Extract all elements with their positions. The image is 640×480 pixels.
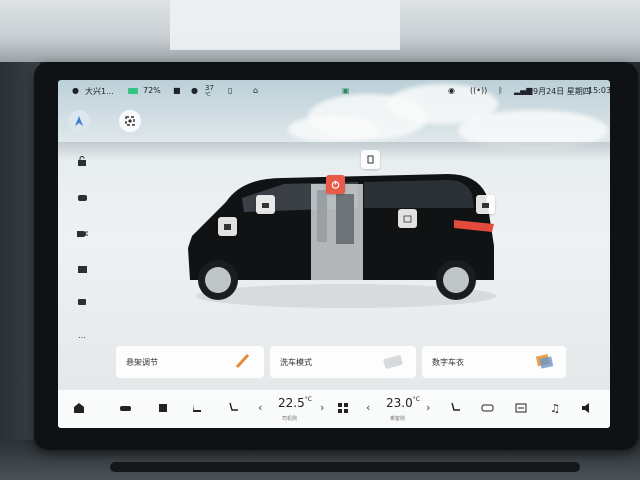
right-temp-value: 23.0	[386, 396, 413, 410]
battery-icon	[128, 86, 138, 95]
roof-hotspot-icon[interactable]	[361, 150, 380, 169]
sliding-door-hotspot-icon[interactable]	[398, 209, 417, 228]
left-temp-down-button[interactable]: ‹	[258, 401, 262, 414]
seat-icon[interactable]	[226, 400, 240, 416]
apps-grid-icon[interactable]	[336, 400, 350, 416]
power-hotspot-icon[interactable]	[326, 175, 345, 194]
background-window	[170, 0, 400, 50]
right-temp-label: 乘客侧	[390, 416, 406, 422]
left-temp-display[interactable]: 22.5°C	[270, 396, 320, 410]
clock-text: 15:03	[588, 86, 610, 95]
outside-temp-unit: ℃	[205, 92, 211, 98]
lock-icon[interactable]	[76, 156, 88, 166]
camera-view-icon[interactable]	[119, 110, 141, 132]
seat-heating-icon[interactable]	[156, 400, 170, 416]
car-icon[interactable]	[118, 400, 132, 416]
volume-icon[interactable]	[580, 400, 594, 416]
leaf-icon: ●	[191, 86, 198, 95]
digital-wrap-label: 数字车衣	[432, 358, 464, 367]
camera-icon: ■	[173, 86, 181, 95]
battery-level: 72%	[143, 86, 161, 95]
vehicle-front-icon[interactable]	[76, 192, 88, 202]
suspension-brush-icon	[234, 352, 252, 372]
navigation-compass-icon[interactable]	[68, 110, 90, 132]
car-wash-label: 洗车模式	[280, 358, 312, 367]
location-pin-icon: ●	[72, 86, 79, 95]
car-settings-icon[interactable]	[72, 400, 86, 416]
left-temp-unit: °C	[304, 396, 312, 403]
tailgate-hotspot-icon[interactable]	[476, 195, 495, 214]
left-temp-label: 司机侧	[282, 416, 298, 422]
rear-defrost-icon[interactable]	[480, 400, 494, 416]
more-icon[interactable]: ⋯	[76, 332, 88, 342]
headlight-icon[interactable]	[76, 228, 88, 238]
right-temp-unit: °C	[412, 396, 420, 403]
digital-wrap-icon	[534, 352, 554, 372]
app-icon[interactable]: ▣	[342, 86, 350, 95]
front-door-hotspot-icon[interactable]	[256, 195, 275, 214]
right-temp-down-button[interactable]: ‹	[366, 401, 370, 414]
location-text: 大兴1...	[85, 87, 114, 96]
trunk-icon[interactable]	[76, 264, 88, 274]
left-temp-value: 22.5	[278, 396, 305, 410]
mirror-icon[interactable]	[76, 296, 88, 306]
signal-icon: ▂▄▆	[514, 86, 533, 95]
passenger-seat-icon[interactable]	[448, 400, 462, 416]
outside-temp: 37	[205, 84, 214, 92]
suspension-label: 悬架调节	[126, 358, 158, 367]
bluetooth-icon: ᛒ	[498, 86, 503, 95]
infotainment-screen: ● 大兴1... 72% ■ ● 37 ℃ ▯ ⌂ ▣ ◉ ((•)) ᛒ ▂▄…	[58, 80, 610, 428]
right-temp-display[interactable]: 23.0°C	[378, 396, 428, 410]
front-defrost-icon[interactable]	[514, 400, 528, 416]
hood-hotspot-icon[interactable]	[218, 217, 237, 236]
suspension-card[interactable]: 悬架调节	[116, 346, 264, 378]
phone-icon[interactable]: ▯	[228, 86, 232, 95]
car-wash-card[interactable]: 洗车模式	[270, 346, 416, 378]
music-icon[interactable]: ♫	[548, 400, 562, 416]
horizon	[58, 142, 610, 160]
gps-icon: ◉	[448, 86, 455, 95]
left-temp-up-button[interactable]: ›	[320, 401, 324, 414]
car-wash-icon	[382, 352, 404, 372]
cloud	[288, 116, 378, 142]
bottom-dock: ‹ 22.5°C 司机侧 › ‹ 23.0°C 乘客侧 › ♫	[58, 390, 610, 428]
wireless-icon: ((•))	[470, 86, 488, 95]
date-text: 9月24日 星期四	[533, 87, 591, 96]
right-temp-up-button[interactable]: ›	[426, 401, 430, 414]
status-bar: ● 大兴1... 72% ■ ● 37 ℃ ▯ ⌂ ▣ ◉ ((•)) ᛒ ▂▄…	[58, 80, 610, 104]
home-icon[interactable]: ⌂	[253, 86, 258, 95]
digital-wrap-card[interactable]: 数字车衣	[422, 346, 566, 378]
air-vent	[110, 462, 580, 472]
seat-ventilation-icon[interactable]	[190, 400, 204, 416]
